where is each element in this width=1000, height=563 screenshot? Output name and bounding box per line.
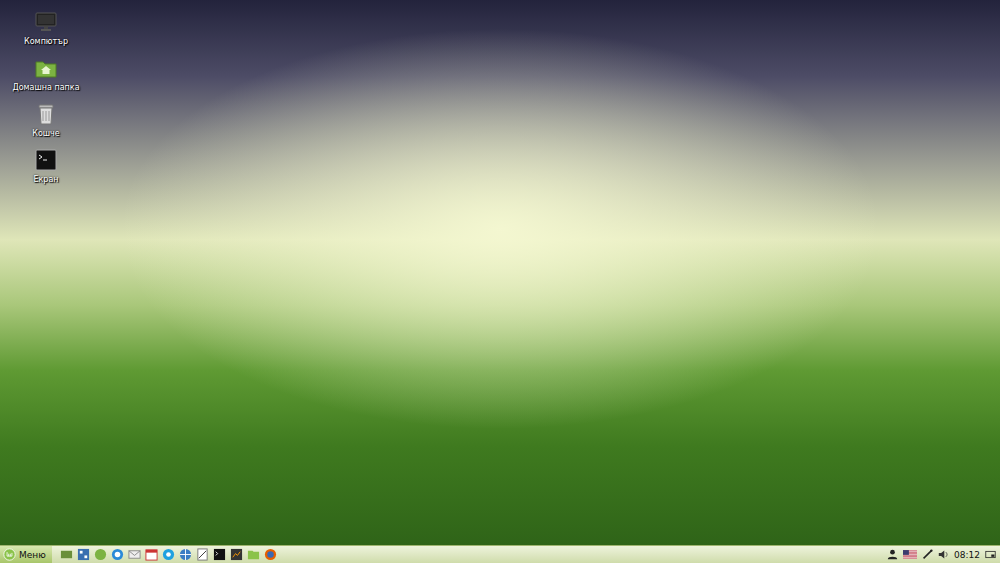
workspace-icon[interactable] — [985, 549, 996, 560]
monitor-icon[interactable] — [230, 548, 243, 561]
mint-logo-icon — [3, 548, 16, 561]
desktop-icon-label: Екран — [33, 174, 58, 186]
browser-icon[interactable] — [111, 548, 124, 561]
desktop-icon-label: Домашна папка — [12, 82, 79, 94]
network-icon[interactable] — [922, 549, 933, 560]
us-flag-keyboard-icon[interactable] — [903, 550, 917, 559]
mail-icon[interactable] — [128, 548, 141, 561]
terminal-launcher-icon[interactable] — [213, 548, 226, 561]
skype-icon[interactable] — [162, 548, 175, 561]
text-editor-icon[interactable] — [196, 548, 209, 561]
firefox-icon[interactable] — [264, 548, 277, 561]
show-desktop-icon[interactable] — [60, 548, 73, 561]
computer-icon — [34, 10, 58, 34]
bottom-panel: Меню 08:12 — [0, 545, 1000, 563]
desktop-icon-label: Компютър — [24, 36, 68, 48]
menu-button[interactable]: Меню — [0, 546, 52, 563]
software-manager-icon[interactable] — [94, 548, 107, 561]
clock[interactable]: 08:12 — [954, 550, 980, 560]
calendar-icon[interactable] — [145, 548, 158, 561]
desktop-icon[interactable]: Екран — [8, 148, 84, 186]
user-icon[interactable] — [887, 549, 898, 560]
home-folder-icon — [34, 56, 58, 80]
files-icon[interactable] — [247, 548, 260, 561]
desktop-screen: Компютър Домашна папка Кошче Екран Меню 08:12 — [0, 0, 1000, 563]
trash-icon — [34, 102, 58, 126]
menu-label: Меню — [19, 550, 46, 560]
network-globe-icon[interactable] — [179, 548, 192, 561]
launchers — [52, 548, 277, 561]
desktop-icons: Компютър Домашна папка Кошче Екран — [8, 10, 84, 186]
terminal-icon — [34, 148, 58, 172]
desktop-icon[interactable]: Кошче — [8, 102, 84, 140]
desktop-icon[interactable]: Компютър — [8, 10, 84, 48]
control-center-icon[interactable] — [77, 548, 90, 561]
desktop-icon[interactable]: Домашна папка — [8, 56, 84, 94]
system-tray: 08:12 — [887, 549, 1000, 560]
desktop-icon-label: Кошче — [32, 128, 60, 140]
volume-icon[interactable] — [938, 549, 949, 560]
wallpaper: Компютър Домашна папка Кошче Екран — [0, 0, 1000, 545]
